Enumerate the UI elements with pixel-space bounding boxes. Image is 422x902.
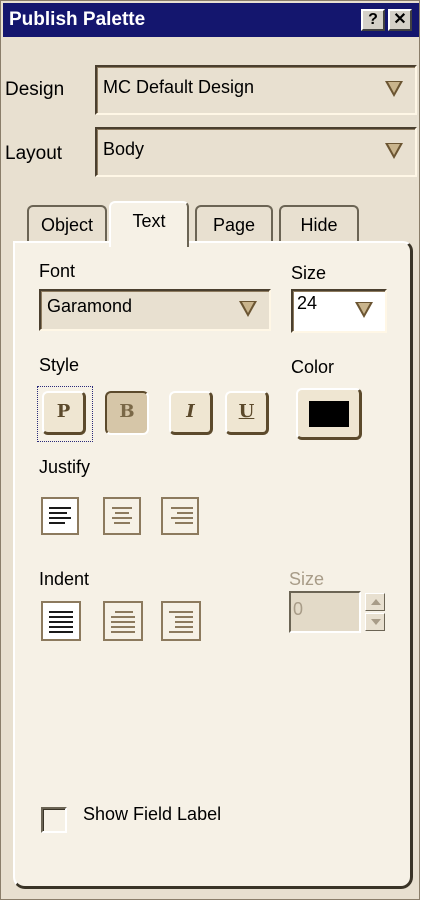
indent-size-value: 0 [293,599,304,619]
spin-up-button[interactable] [365,593,385,611]
text-panel-content: Font Garamond Size 24 Style Color P B I … [1,1,421,901]
style-label: Style [39,355,80,375]
font-size-dropdown[interactable]: 24 [291,289,387,333]
color-swatch [309,401,349,427]
chevron-down-icon [371,619,381,625]
indent-left-icon[interactable] [103,601,143,641]
font-label: Font [39,261,76,281]
font-dropdown[interactable]: Garamond [39,289,271,331]
plain-style-button[interactable]: P [42,391,86,435]
color-label: Color [291,357,335,377]
publish-palette-window: Publish Palette ? ✕ Design MC Default De… [0,0,420,900]
chevron-down-icon [355,302,373,318]
indent-right-icon[interactable] [161,601,201,641]
align-left-icon[interactable] [41,497,79,535]
italic-style-button[interactable]: I [169,391,213,435]
indent-none-icon[interactable] [41,601,81,641]
indent-size-label: Size [289,569,325,589]
chevron-down-icon [239,301,257,317]
show-field-label-text[interactable]: Show Field Label [83,804,221,825]
align-center-icon[interactable] [103,497,141,535]
align-right-icon[interactable] [161,497,199,535]
font-value: Garamond [47,296,133,316]
font-size-label: Size [291,263,327,283]
bold-style-button[interactable]: B [105,391,149,435]
color-picker-button[interactable] [296,388,362,440]
show-field-label-checkbox[interactable] [41,807,67,833]
indent-label: Indent [39,569,90,589]
font-size-value: 24 [297,293,318,313]
chevron-up-icon [371,599,381,605]
spin-down-button[interactable] [365,613,385,631]
justify-label: Justify [39,457,91,477]
indent-size-input[interactable]: 0 [289,591,361,633]
underline-style-button[interactable]: U [225,391,269,435]
